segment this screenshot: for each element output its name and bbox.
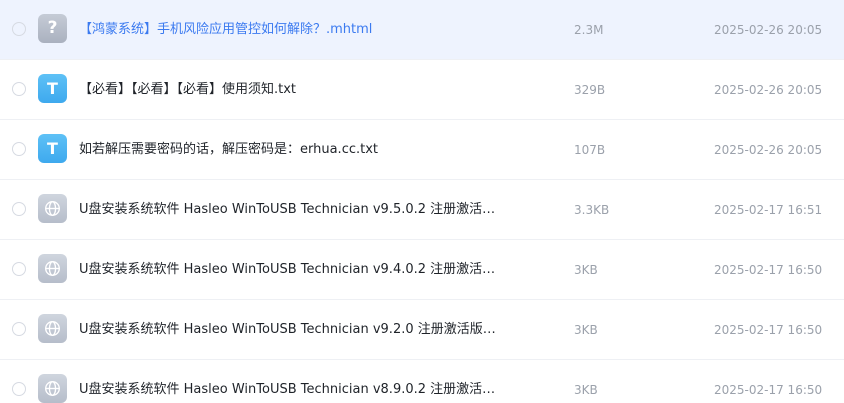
select-checkbox[interactable] bbox=[12, 82, 26, 96]
select-checkbox[interactable] bbox=[12, 142, 26, 156]
file-size: 3KB bbox=[574, 323, 598, 337]
file-name-link[interactable]: 【鸿蒙系统】手机风险应用管控如何解除？.mhtml bbox=[79, 21, 499, 39]
file-date: 2025-02-17 16:50 bbox=[714, 323, 823, 337]
file-row[interactable]: ? 【鸿蒙系统】手机风险应用管控如何解除？.mhtml 2.3M 2025-02… bbox=[0, 0, 844, 60]
select-checkbox[interactable] bbox=[12, 322, 26, 336]
file-name-link[interactable]: U盘安装系统软件 Hasleo WinToUSB Technician v9.4… bbox=[79, 261, 499, 279]
file-size: 3KB bbox=[574, 383, 598, 397]
file-list: ? 【鸿蒙系统】手机风险应用管控如何解除？.mhtml 2.3M 2025-02… bbox=[0, 0, 844, 403]
file-size: 3KB bbox=[574, 263, 598, 277]
select-checkbox[interactable] bbox=[12, 262, 26, 276]
file-row[interactable]: U盘安装系统软件 Hasleo WinToUSB Technician v8.9… bbox=[0, 360, 844, 403]
file-date: 2025-02-17 16:50 bbox=[714, 383, 823, 397]
file-name-link[interactable]: U盘安装系统软件 Hasleo WinToUSB Technician v9.2… bbox=[79, 321, 499, 339]
file-row[interactable]: U盘安装系统软件 Hasleo WinToUSB Technician v9.4… bbox=[0, 240, 844, 300]
file-name-link[interactable]: 【必看】【必看】【必看】使用须知.txt bbox=[79, 81, 499, 99]
file-name-link[interactable]: U盘安装系统软件 Hasleo WinToUSB Technician v8.9… bbox=[79, 381, 499, 399]
file-name-link[interactable]: U盘安装系统软件 Hasleo WinToUSB Technician v9.5… bbox=[79, 201, 499, 219]
file-size: 3.3KB bbox=[574, 203, 610, 217]
file-size: 329B bbox=[574, 83, 606, 97]
file-date: 2025-02-26 20:05 bbox=[714, 143, 823, 157]
file-row[interactable]: T 【必看】【必看】【必看】使用须知.txt 329B 2025-02-26 2… bbox=[0, 60, 844, 120]
select-checkbox[interactable] bbox=[12, 382, 26, 396]
text-file-icon: T bbox=[38, 74, 67, 103]
file-date: 2025-02-17 16:51 bbox=[714, 203, 823, 217]
globe-icon bbox=[38, 194, 67, 223]
file-size: 107B bbox=[574, 143, 606, 157]
file-row[interactable]: U盘安装系统软件 Hasleo WinToUSB Technician v9.2… bbox=[0, 300, 844, 360]
file-size: 2.3M bbox=[574, 23, 604, 37]
file-row[interactable]: T 如若解压需要密码的话，解压密码是：erhua.cc.txt 107B 202… bbox=[0, 120, 844, 180]
select-checkbox[interactable] bbox=[12, 22, 26, 36]
file-row[interactable]: U盘安装系统软件 Hasleo WinToUSB Technician v9.5… bbox=[0, 180, 844, 240]
globe-icon bbox=[38, 314, 67, 343]
file-date: 2025-02-17 16:50 bbox=[714, 263, 823, 277]
select-checkbox[interactable] bbox=[12, 202, 26, 216]
file-date: 2025-02-26 20:05 bbox=[714, 83, 823, 97]
file-date: 2025-02-26 20:05 bbox=[714, 23, 823, 37]
globe-icon bbox=[38, 374, 67, 403]
file-name-link[interactable]: 如若解压需要密码的话，解压密码是：erhua.cc.txt bbox=[79, 141, 499, 159]
globe-icon bbox=[38, 254, 67, 283]
question-icon: ? bbox=[38, 14, 67, 43]
text-file-icon: T bbox=[38, 134, 67, 163]
